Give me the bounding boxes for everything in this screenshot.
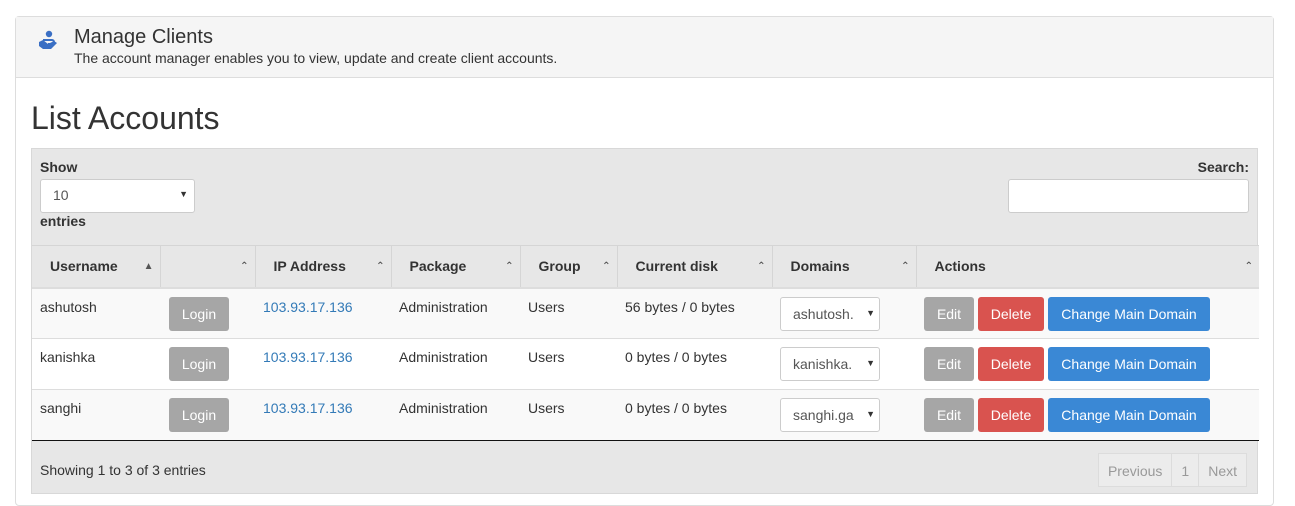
column-header-ip-address[interactable]: IP Address ⌃: [255, 245, 392, 288]
domain-select[interactable]: kanishka. ▼: [780, 347, 880, 381]
cell-username: ashutosh: [32, 287, 160, 339]
entries-length-select[interactable]: 10 ▼: [40, 179, 195, 213]
entries-label: entries: [40, 213, 86, 229]
cell-domains: kanishka. ▼: [772, 338, 916, 390]
delete-button[interactable]: Delete: [978, 347, 1044, 381]
cell-package: Administration: [391, 338, 520, 390]
accounts-table-wrapper: Show 10 ▼ entries Search: Username ▲ ⌃ IP…: [31, 148, 1259, 494]
cell-actions: Edit Delete Change Main Domain: [916, 389, 1259, 441]
column-header-domains[interactable]: Domains ⌃: [772, 245, 917, 288]
cell-login: Login: [160, 287, 255, 339]
cell-group: Users: [520, 287, 617, 339]
pagination: Previous 1 Next: [1097, 453, 1247, 487]
sort-icon: ⌃: [505, 261, 514, 272]
login-button[interactable]: Login: [169, 398, 229, 432]
sort-icon: ⌃: [240, 261, 249, 272]
cell-username: sanghi: [32, 389, 160, 441]
cell-package: Administration: [391, 287, 520, 339]
ip-address-link[interactable]: 103.93.17.136: [263, 400, 353, 416]
cell-disk: 56 bytes / 0 bytes: [617, 287, 772, 339]
page-1-button[interactable]: 1: [1171, 453, 1200, 487]
search-input[interactable]: [1008, 179, 1249, 213]
sort-ascending-icon: ▲: [143, 261, 154, 272]
cell-package: Administration: [391, 389, 520, 441]
page-title: List Accounts: [31, 100, 220, 136]
show-label: Show: [40, 159, 78, 175]
header-title: Manage Clients: [74, 26, 213, 48]
caret-down-icon: ▼: [866, 358, 875, 368]
sort-icon: ⌃: [1244, 261, 1253, 272]
caret-down-icon: ▼: [866, 409, 875, 419]
cell-ip: 103.93.17.136: [255, 338, 391, 390]
column-header-current-disk[interactable]: Current disk ⌃: [617, 245, 773, 288]
table-header-row: Username ▲ ⌃ IP Address ⌃ Package ⌃ Group ⌃ …: [32, 245, 1259, 288]
table-row: sanghi Login 103.93.17.136 Administratio…: [32, 389, 1259, 441]
table-row: ashutosh Login 103.93.17.136 Administrat…: [32, 287, 1259, 339]
sort-icon: ⌃: [376, 261, 385, 272]
search-label: Search:: [1197, 159, 1249, 175]
domain-select[interactable]: sanghi.ga ▼: [780, 398, 880, 432]
edit-button[interactable]: Edit: [924, 347, 974, 381]
manage-clients-panel: Manage Clients The account manager enabl…: [15, 16, 1274, 506]
column-header-login[interactable]: ⌃: [160, 245, 256, 288]
cell-domains: sanghi.ga ▼: [772, 389, 916, 441]
login-button[interactable]: Login: [169, 296, 229, 331]
domain-select[interactable]: ashutosh. ▼: [780, 296, 880, 331]
cell-actions: Edit Delete Change Main Domain: [916, 338, 1259, 390]
sort-icon: ⌃: [901, 261, 910, 272]
edit-button[interactable]: Edit: [924, 398, 974, 432]
column-header-package[interactable]: Package ⌃: [391, 245, 521, 288]
panel-header: Manage Clients The account manager enabl…: [16, 17, 1273, 78]
caret-down-icon: ▼: [179, 189, 188, 199]
header-subtitle: The account manager enables you to view,…: [74, 50, 558, 66]
cell-disk: 0 bytes / 0 bytes: [617, 338, 772, 390]
cell-login: Login: [160, 338, 255, 390]
cell-ip: 103.93.17.136: [255, 389, 391, 441]
ip-address-link[interactable]: 103.93.17.136: [263, 299, 353, 315]
cell-actions: Edit Delete Change Main Domain: [916, 287, 1259, 339]
entries-length-value: 10: [53, 187, 69, 203]
delete-button[interactable]: Delete: [978, 398, 1044, 432]
column-header-actions[interactable]: Actions ⌃: [916, 245, 1259, 288]
cell-login: Login: [160, 389, 255, 441]
hand-holding-user-icon: [39, 30, 57, 49]
cell-username: kanishka: [32, 338, 160, 390]
column-header-group[interactable]: Group ⌃: [520, 245, 618, 288]
delete-button[interactable]: Delete: [978, 296, 1044, 331]
table-row: kanishka Login 103.93.17.136 Administrat…: [32, 338, 1259, 390]
cell-domains: ashutosh. ▼: [772, 287, 916, 339]
caret-down-icon: ▼: [866, 307, 875, 318]
previous-page-button[interactable]: Previous: [1097, 453, 1173, 487]
ip-address-link[interactable]: 103.93.17.136: [263, 349, 353, 365]
cell-group: Users: [520, 389, 617, 441]
change-main-domain-button[interactable]: Change Main Domain: [1048, 347, 1210, 381]
cell-group: Users: [520, 338, 617, 390]
column-header-username[interactable]: Username ▲: [32, 245, 161, 288]
login-button[interactable]: Login: [169, 347, 229, 381]
edit-button[interactable]: Edit: [924, 296, 974, 331]
sort-icon: ⌃: [757, 261, 766, 272]
cell-disk: 0 bytes / 0 bytes: [617, 389, 772, 441]
change-main-domain-button[interactable]: Change Main Domain: [1048, 398, 1210, 432]
change-main-domain-button[interactable]: Change Main Domain: [1048, 296, 1210, 331]
accounts-table: Username ▲ ⌃ IP Address ⌃ Package ⌃ Group ⌃ …: [32, 245, 1259, 441]
table-info: Showing 1 to 3 of 3 entries: [40, 462, 206, 478]
cell-ip: 103.93.17.136: [255, 287, 391, 339]
sort-icon: ⌃: [602, 261, 611, 272]
next-page-button[interactable]: Next: [1198, 453, 1247, 487]
